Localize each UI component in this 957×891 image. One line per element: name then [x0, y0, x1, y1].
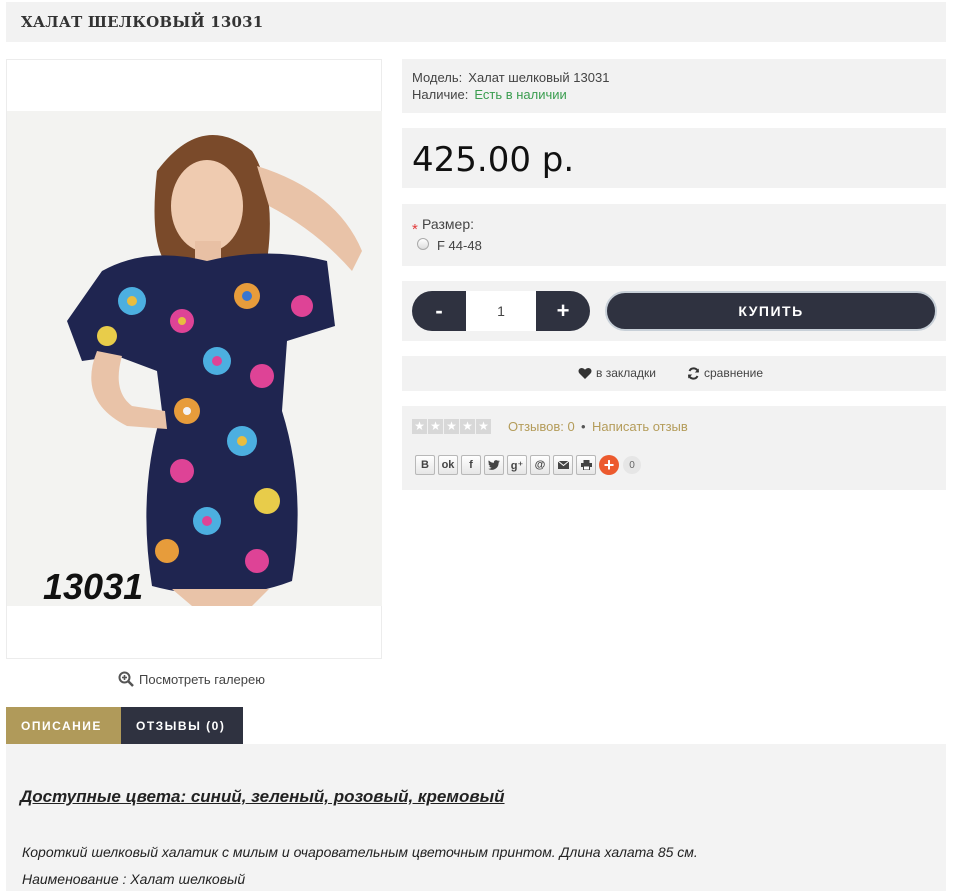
product-options-panel: * Размер: F 44-48 — [402, 204, 946, 266]
refresh-icon — [688, 366, 699, 380]
star-icon: ★ — [412, 419, 427, 434]
star-icon: ★ — [444, 419, 459, 434]
share-count: 0 — [623, 456, 641, 474]
product-info-panel: Модель: Халат шелковый 13031 Наличие: Есть… — [402, 59, 946, 113]
quantity-increase-button[interactable]: + — [536, 291, 590, 331]
model-label: Модель: — [412, 70, 463, 85]
description-content: Доступные цвета: синий, зеленый, розовый… — [6, 744, 946, 891]
product-image-frame[interactable]: 13031 — [6, 59, 382, 659]
wishlist-label: в закладки — [596, 366, 656, 380]
size-option-label[interactable]: F 44-48 — [437, 238, 482, 253]
google-plus-icon[interactable]: g⁺ — [507, 455, 527, 475]
size-option-radio[interactable] — [417, 238, 429, 250]
quantity-input[interactable] — [466, 291, 536, 331]
product-price: 425.00 р. — [412, 140, 575, 180]
add-to-compare-link[interactable]: сравнение — [687, 366, 763, 380]
product-tabs: ОПИСАНИЕ ОТЗЫВЫ (0) — [6, 707, 243, 744]
reviews-share-panel: ★ ★ ★ ★ ★ Отзывов: 0 • Написать отзыв В … — [402, 406, 946, 490]
product-title-bar: ХАЛАТ ШЕЛКОВЫЙ 13031 — [6, 2, 946, 42]
star-icon: ★ — [428, 419, 443, 434]
product-title: ХАЛАТ ШЕЛКОВЫЙ 13031 — [21, 13, 264, 31]
reviews-count-link[interactable]: Отзывов: 0 — [508, 419, 575, 434]
share-more-icon[interactable]: + — [599, 455, 619, 475]
product-photo[interactable]: 13031 — [7, 111, 382, 606]
rating-stars: ★ ★ ★ ★ ★ — [412, 419, 492, 434]
zoom-in-icon — [118, 671, 134, 687]
print-icon[interactable] — [576, 455, 596, 475]
compare-label: сравнение — [704, 366, 764, 380]
view-gallery-label: Посмотреть галерею — [139, 671, 265, 687]
description-paragraph: Короткий шелковый халатик с милым и очар… — [22, 844, 698, 860]
model-in-robe-image — [7, 111, 382, 606]
star-icon: ★ — [460, 419, 475, 434]
quantity-decrease-button[interactable]: - — [412, 291, 466, 331]
reviews-separator: • — [581, 419, 586, 434]
product-code-watermark: 13031 — [43, 566, 144, 606]
required-mark: * — [412, 221, 418, 238]
odnoklassniki-icon[interactable]: ok — [438, 455, 458, 475]
vk-icon[interactable]: В — [415, 455, 435, 475]
mailru-icon[interactable]: @ — [530, 455, 550, 475]
model-value: Халат шелковый 13031 — [468, 70, 610, 85]
tab-description[interactable]: ОПИСАНИЕ — [6, 707, 121, 744]
product-name-line: Наименование : Халат шелковый — [22, 871, 246, 887]
product-actions-panel: в закладки сравнение — [402, 356, 946, 391]
facebook-icon[interactable]: f — [461, 455, 481, 475]
stock-status: Есть в наличии — [474, 87, 567, 102]
buy-panel: - + КУПИТЬ — [402, 281, 946, 341]
price-panel: 425.00 р. — [402, 128, 946, 188]
heart-icon — [578, 367, 592, 379]
stock-row: Наличие: Есть в наличии — [412, 86, 946, 103]
write-review-link[interactable]: Написать отзыв — [592, 419, 688, 434]
stock-label: Наличие: — [412, 87, 469, 102]
model-row: Модель: Халат шелковый 13031 — [412, 69, 946, 86]
buy-button[interactable]: КУПИТЬ — [605, 291, 937, 331]
share-buttons: В ok f g⁺ @ + 0 — [415, 455, 641, 475]
tab-reviews[interactable]: ОТЗЫВЫ (0) — [121, 707, 243, 744]
available-colors-heading: Доступные цвета: синий, зеленый, розовый… — [20, 787, 505, 806]
twitter-icon[interactable] — [484, 455, 504, 475]
email-icon[interactable] — [553, 455, 573, 475]
view-gallery-link[interactable]: Посмотреть галерею — [118, 671, 265, 687]
star-icon: ★ — [476, 419, 491, 434]
size-label: Размер: — [422, 216, 475, 232]
add-to-wishlist-link[interactable]: в закладки — [578, 366, 656, 380]
